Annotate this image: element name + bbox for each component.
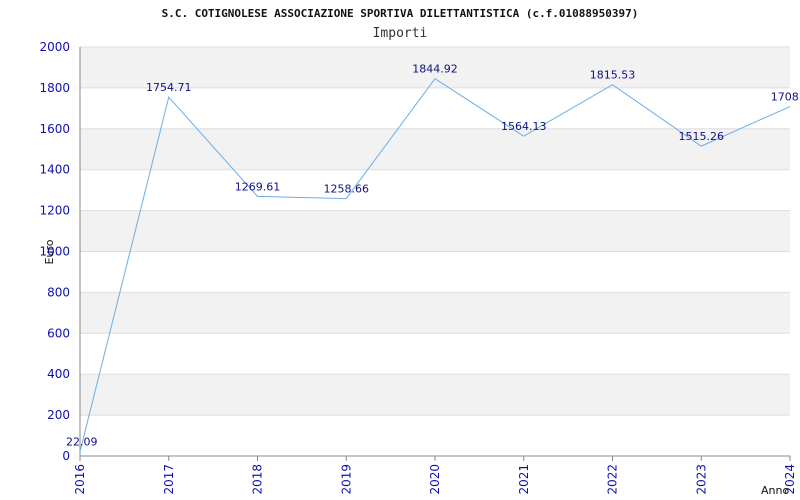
data-label: 1269.61 (235, 180, 281, 193)
x-axis-label: Anno (761, 484, 789, 497)
x-tick-label: 2017 (162, 464, 176, 495)
y-tick-label: 0 (62, 449, 70, 463)
y-tick-label: 1400 (39, 163, 70, 177)
x-tick-label: 2016 (73, 464, 87, 495)
plot-band (80, 333, 790, 375)
data-label: 1708.9 (771, 91, 800, 104)
x-tick-label: 2019 (339, 464, 353, 495)
x-tick-label: 2018 (251, 464, 265, 495)
plot-band (80, 292, 790, 334)
y-tick-label: 400 (47, 367, 70, 381)
data-label: 1564.13 (501, 120, 547, 133)
data-label: 1754.71 (146, 81, 192, 94)
data-label: 1515.26 (679, 130, 725, 143)
line-chart: 0200400600800100012001400160018002000 20… (39, 7, 800, 497)
y-tick-label: 2000 (39, 40, 70, 54)
plot-band (80, 251, 790, 293)
plot-band (80, 415, 790, 456)
x-tick-label: 2021 (517, 464, 531, 495)
y-tick-label: 800 (47, 285, 70, 299)
x-tick-labels: 2016 2017 2018 2019 2020 2021 2022 2023 2024 (73, 456, 797, 495)
y-tick-label: 600 (47, 326, 70, 340)
data-label: 1815.53 (590, 69, 636, 82)
chart-title: S.C. COTIGNOLESE ASSOCIAZIONE SPORTIVA D… (162, 7, 639, 20)
y-tick-label: 1200 (39, 204, 70, 218)
y-axis-label: Euro (43, 239, 56, 264)
data-label: 22.09 (66, 435, 98, 448)
data-label: 1844.92 (412, 63, 458, 76)
plot-band (80, 374, 790, 416)
plot-band (80, 210, 790, 252)
chart-subtitle: Importi (373, 26, 428, 41)
y-tick-label: 1800 (39, 81, 70, 95)
x-tick-label: 2023 (694, 464, 708, 495)
x-tick-label: 2020 (428, 464, 442, 495)
y-tick-label: 1600 (39, 122, 70, 136)
plot-band (80, 169, 790, 211)
data-label: 1258.66 (324, 183, 370, 196)
x-tick-label: 2022 (606, 464, 620, 495)
y-tick-label: 200 (47, 408, 70, 422)
